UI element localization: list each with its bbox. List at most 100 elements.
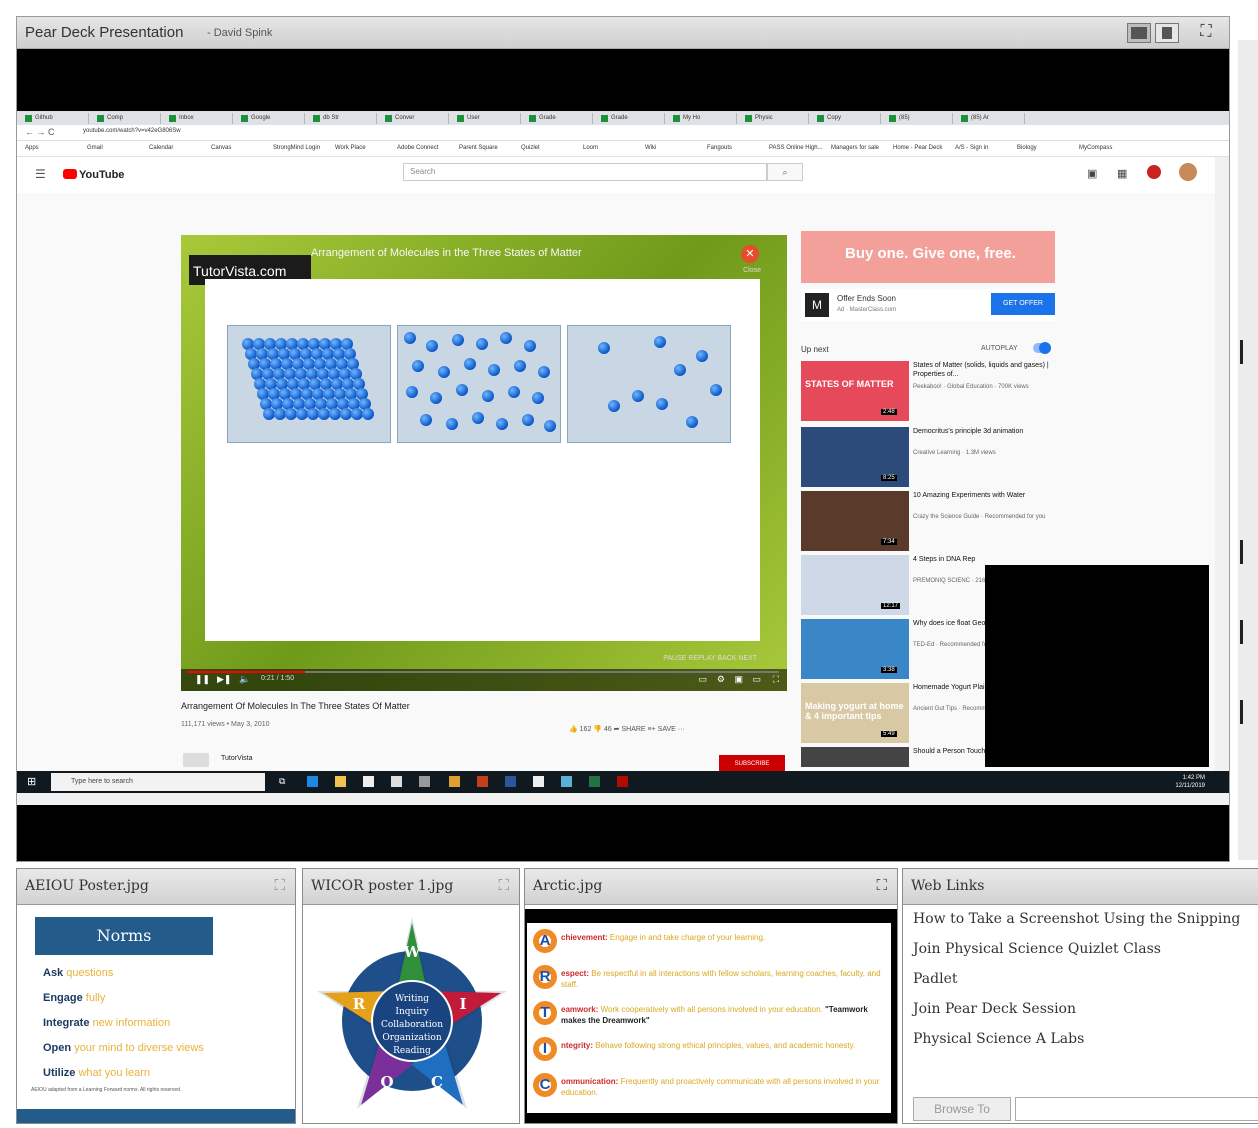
app-icon[interactable] bbox=[561, 776, 572, 787]
notifications-icon[interactable] bbox=[1147, 165, 1161, 179]
browser-tab[interactable]: Google bbox=[239, 113, 305, 124]
bookmark-item[interactable]: Wiki bbox=[645, 145, 656, 151]
calculator-icon[interactable] bbox=[533, 776, 544, 787]
get-offer-button[interactable]: GET OFFER bbox=[991, 293, 1055, 315]
play-pause-icon[interactable]: ❚❚ bbox=[195, 674, 210, 685]
close-icon[interactable]: ✕ bbox=[741, 245, 759, 263]
web-link[interactable]: Join Physical Science Quizlet Class bbox=[913, 941, 1161, 957]
fullscreen-icon[interactable]: ⛶ bbox=[1195, 21, 1217, 43]
recommended-video[interactable]: STATES OF MATTER 2:48 States of Matter (so… bbox=[801, 361, 1055, 421]
browser-tab[interactable]: Inbox bbox=[167, 113, 233, 124]
layout-single-button[interactable] bbox=[1127, 23, 1151, 43]
miniplayer-icon[interactable]: ▣ bbox=[734, 674, 743, 685]
bookmark-item[interactable]: Loom bbox=[583, 145, 598, 151]
video-thumbnail[interactable] bbox=[801, 747, 909, 767]
subtitles-icon[interactable]: ▭ bbox=[698, 674, 707, 685]
bookmark-item[interactable]: Adobe Connect bbox=[397, 145, 438, 151]
expand-icon[interactable]: ⛶ bbox=[876, 877, 887, 894]
wicor-letter-w: W bbox=[403, 943, 422, 961]
store-icon[interactable] bbox=[363, 776, 374, 787]
bookmark-item[interactable]: Parent Square bbox=[459, 145, 498, 151]
task-view-icon[interactable]: ⧉ bbox=[279, 776, 290, 787]
web-link[interactable]: Join Pear Deck Session bbox=[913, 1001, 1076, 1017]
next-icon[interactable]: ▶❚ bbox=[217, 674, 231, 685]
browser-tab[interactable]: My Ho bbox=[671, 113, 737, 124]
bookmark-item[interactable]: MyCompass bbox=[1079, 145, 1112, 151]
layout-split-button[interactable] bbox=[1155, 23, 1179, 43]
fullscreen-icon[interactable]: ⛶ bbox=[773, 674, 779, 685]
search-icon[interactable]: ⌕ bbox=[767, 163, 803, 181]
bookmark-item[interactable]: Quizlet bbox=[521, 145, 540, 151]
volume-icon[interactable]: 🔈 bbox=[239, 674, 250, 685]
bookmark-item[interactable]: StrongMind Login bbox=[273, 145, 320, 151]
video-progress-bar[interactable] bbox=[187, 671, 779, 673]
channel-name[interactable]: TutorVista bbox=[221, 755, 253, 762]
excel-icon[interactable] bbox=[589, 776, 600, 787]
channel-avatar[interactable] bbox=[183, 753, 209, 767]
youtube-logo[interactable]: YouTube bbox=[63, 169, 124, 181]
molecule-ball bbox=[406, 386, 418, 398]
menu-icon[interactable]: ☰ bbox=[35, 167, 46, 181]
theater-icon[interactable]: ▭ bbox=[752, 674, 761, 685]
browser-tab[interactable]: Grade bbox=[527, 113, 593, 124]
file-explorer-icon[interactable] bbox=[335, 776, 346, 787]
word-icon[interactable] bbox=[505, 776, 516, 787]
avatar[interactable] bbox=[1179, 163, 1197, 181]
bookmark-item[interactable]: Gmail bbox=[87, 145, 103, 151]
apps-grid-icon[interactable]: ▦ bbox=[1117, 167, 1127, 180]
autoplay-toggle[interactable] bbox=[1033, 342, 1051, 354]
ad-banner[interactable]: Buy one. Give one, free. bbox=[801, 231, 1055, 283]
bookmark-item[interactable]: Calendar bbox=[149, 145, 173, 151]
bookmark-item[interactable]: Biology bbox=[1017, 145, 1037, 151]
edge-icon[interactable] bbox=[307, 776, 318, 787]
web-link[interactable]: Physical Science A Labs bbox=[913, 1031, 1084, 1047]
mail-icon[interactable] bbox=[391, 776, 402, 787]
expand-icon[interactable]: ⛶ bbox=[498, 877, 509, 894]
web-link[interactable]: Padlet bbox=[913, 971, 958, 987]
browser-tab[interactable]: (85) bbox=[887, 113, 953, 124]
bookmark-item[interactable]: Fangouts bbox=[707, 145, 732, 151]
molecule-ball bbox=[496, 418, 508, 430]
url-text[interactable]: youtube.com/watch?v=v42eG806Sw bbox=[83, 128, 181, 134]
browser-tab[interactable]: db Str bbox=[311, 113, 377, 124]
browser-tab[interactable]: Conver bbox=[383, 113, 449, 124]
taskbar-clock[interactable]: 1:42 PM 12/11/2019 bbox=[1175, 774, 1205, 790]
recommended-video[interactable]: 7:34 10 Amazing Experiments with Water Cra… bbox=[801, 491, 1055, 551]
video-player[interactable]: TutorVista.com Arrangement of Molecules … bbox=[181, 235, 787, 691]
arctic-letter-icon: C bbox=[533, 1073, 557, 1097]
acrobat-icon[interactable] bbox=[617, 776, 628, 787]
browser-tab[interactable]: Grade bbox=[599, 113, 665, 124]
browser-tab[interactable]: User bbox=[455, 113, 521, 124]
browse-to-button[interactable]: Browse To bbox=[913, 1097, 1011, 1121]
bookmark-item[interactable]: Apps bbox=[25, 145, 39, 151]
bookmark-item[interactable]: A/S - Sign in bbox=[955, 145, 988, 151]
bookmark-item[interactable]: Managers for sale bbox=[831, 145, 879, 151]
bookmark-item[interactable]: Home - Pear Deck bbox=[893, 145, 942, 151]
nav-arrows-icon[interactable]: ← → C bbox=[25, 127, 55, 137]
browse-url-input[interactable] bbox=[1015, 1097, 1258, 1121]
browser-tab[interactable]: Physic bbox=[743, 113, 809, 124]
browser-tab[interactable]: Copy bbox=[815, 113, 881, 124]
tab-label: Inbox bbox=[179, 115, 194, 121]
video-actions[interactable]: 👍 162 👎 46 ➦ SHARE ≡+ SAVE ··· bbox=[569, 725, 685, 733]
bookmark-item[interactable]: Canvas bbox=[211, 145, 231, 151]
browser-tab[interactable]: Comp bbox=[95, 113, 161, 124]
windows-start-icon[interactable]: ⊞ bbox=[27, 775, 36, 788]
expand-icon[interactable]: ⛶ bbox=[274, 877, 285, 894]
recommended-video[interactable]: 8:25 Democritus's principle 3d animation C… bbox=[801, 427, 1055, 487]
chrome-icon[interactable] bbox=[449, 776, 460, 787]
tab-favicon-icon bbox=[97, 115, 104, 122]
browser-tab[interactable]: Github bbox=[23, 113, 89, 124]
upload-icon[interactable]: ▣ bbox=[1087, 167, 1097, 180]
settings-icon[interactable]: ⚙ bbox=[717, 674, 725, 685]
page-scrollbar[interactable] bbox=[1238, 40, 1258, 860]
browser-tab[interactable]: (85) Ar bbox=[959, 113, 1025, 124]
app-icon[interactable] bbox=[419, 776, 430, 787]
bookmark-item[interactable]: PASS Online High... bbox=[769, 145, 823, 151]
norms-footer-bar bbox=[17, 1109, 295, 1123]
bookmark-item[interactable]: Work Place bbox=[335, 145, 366, 151]
web-link[interactable]: How to Take a Screenshot Using the Snipp… bbox=[913, 911, 1240, 927]
taskbar-search-input[interactable]: Type here to search bbox=[51, 773, 265, 791]
powerpoint-icon[interactable] bbox=[477, 776, 488, 787]
youtube-search-input[interactable]: Search bbox=[403, 163, 767, 181]
